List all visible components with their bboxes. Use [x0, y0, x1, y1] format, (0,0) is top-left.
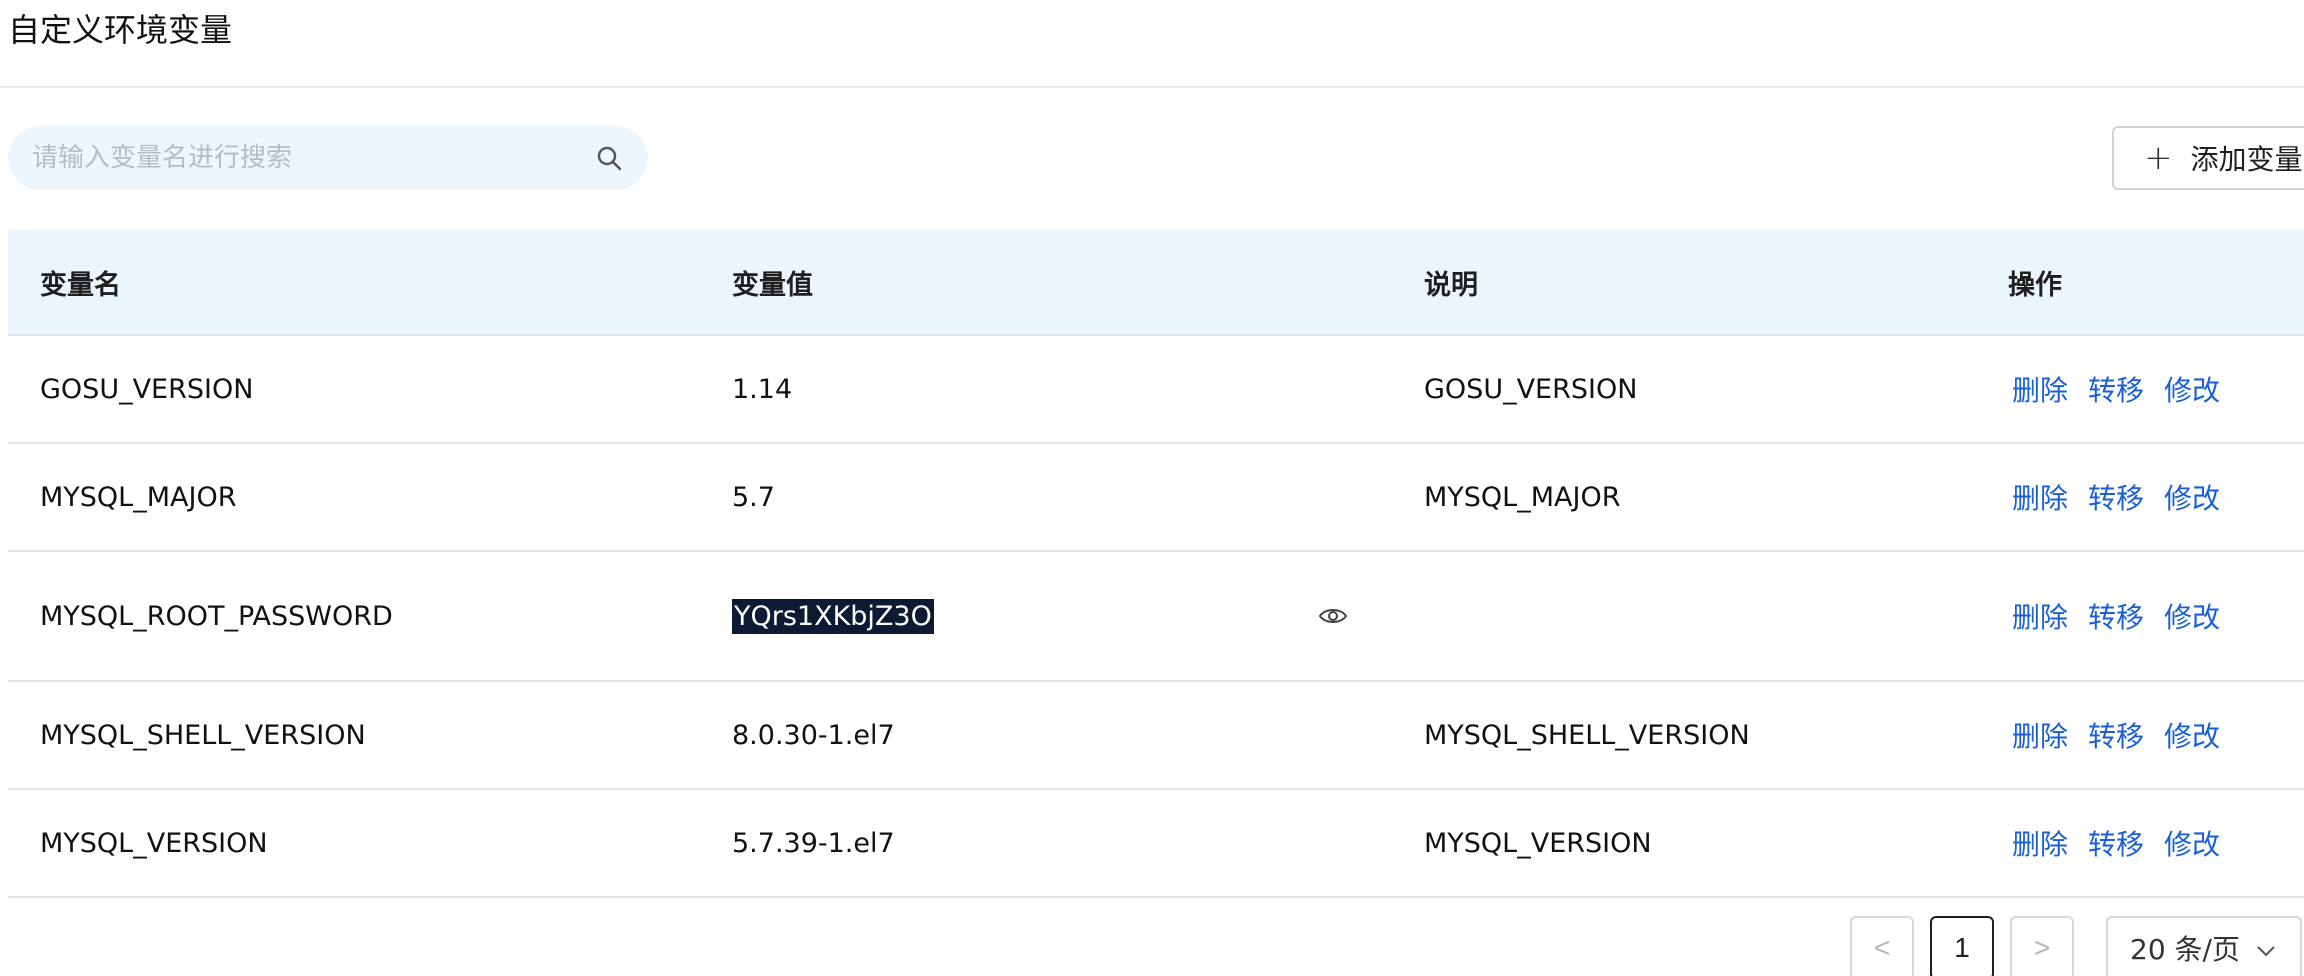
page-size-select[interactable]: 20 条/页 [2106, 916, 2302, 976]
edit-link[interactable]: 修改 [2164, 596, 2220, 636]
table-row: MYSQL_MAJOR 5.7 MYSQL_MAJOR 删除 转移 修改 [8, 444, 2304, 552]
cell-description: MYSQL_MAJOR [1424, 481, 1621, 513]
table-row: GOSU_VERSION 1.14 GOSU_VERSION 删除 转移 修改 [8, 336, 2304, 444]
delete-link[interactable]: 删除 [2012, 369, 2068, 409]
header-name: 变量名 [40, 269, 121, 301]
page-size-value: 20 条/页 [2130, 933, 2240, 966]
cell-name: MYSQL_VERSION [40, 827, 268, 859]
search-input[interactable] [32, 138, 594, 178]
table-row: MYSQL_ROOT_PASSWORD YQrs1XKbjZ3O 删除 转移 修… [8, 552, 2304, 682]
page-number-button[interactable]: 1 [1930, 916, 1994, 976]
row-actions: 删除 转移 修改 [2012, 369, 2220, 409]
delete-link[interactable]: 删除 [2012, 477, 2068, 517]
cell-value: 5.7 [732, 481, 775, 513]
add-variable-button[interactable]: + 添加变量 [2112, 126, 2304, 190]
table-row: MYSQL_SHELL_VERSION 8.0.30-1.el7 MYSQL_S… [8, 682, 2304, 790]
chevron-down-icon [2256, 932, 2276, 965]
env-variables-table: 变量名 变量值 说明 操作 GOSU_VERSION 1.14 GOSU_VER… [8, 230, 2304, 898]
search-icon[interactable] [594, 143, 624, 173]
delete-link[interactable]: 删除 [2012, 715, 2068, 755]
table-row: MYSQL_VERSION 5.7.39-1.el7 MYSQL_VERSION… [8, 790, 2304, 898]
plus-icon: + [2144, 138, 2173, 178]
delete-link[interactable]: 删除 [2012, 596, 2068, 636]
search-box[interactable] [8, 126, 648, 190]
edit-link[interactable]: 修改 [2164, 715, 2220, 755]
add-variable-label: 添加变量 [2190, 143, 2303, 176]
delete-link[interactable]: 删除 [2012, 823, 2068, 863]
transfer-link[interactable]: 转移 [2088, 823, 2144, 863]
cell-description: MYSQL_VERSION [1424, 827, 1652, 859]
divider [0, 86, 2304, 88]
next-page-button[interactable]: > [2010, 916, 2074, 976]
transfer-link[interactable]: 转移 [2088, 477, 2144, 517]
cell-description: GOSU_VERSION [1424, 373, 1638, 405]
cell-name: MYSQL_SHELL_VERSION [40, 719, 366, 751]
row-actions: 删除 转移 修改 [2012, 715, 2220, 755]
row-actions: 删除 转移 修改 [2012, 823, 2220, 863]
eye-icon[interactable] [1316, 599, 1350, 633]
prev-page-button[interactable]: < [1850, 916, 1914, 976]
cell-value: 8.0.30-1.el7 [732, 719, 895, 751]
row-actions: 删除 转移 修改 [2012, 477, 2220, 517]
env-variables-page: 自定义环境变量 + 添加变量 变量名 变量值 说明 操作 GOSU_VERSIO… [0, 0, 2304, 976]
cell-value: 5.7.39-1.el7 [732, 827, 895, 859]
section-title: 自定义环境变量 [8, 11, 233, 49]
transfer-link[interactable]: 转移 [2088, 596, 2144, 636]
edit-link[interactable]: 修改 [2164, 477, 2220, 517]
header-value: 变量值 [732, 269, 813, 301]
cell-value[interactable]: YQrs1XKbjZ3O [732, 598, 934, 634]
edit-link[interactable]: 修改 [2164, 823, 2220, 863]
cell-name: GOSU_VERSION [40, 373, 254, 405]
cell-name: MYSQL_MAJOR [40, 481, 237, 513]
cell-description: MYSQL_SHELL_VERSION [1424, 719, 1750, 751]
row-actions: 删除 转移 修改 [2012, 596, 2220, 636]
transfer-link[interactable]: 转移 [2088, 369, 2144, 409]
table-header: 变量名 变量值 说明 操作 [8, 230, 2304, 336]
cell-value: 1.14 [732, 373, 793, 405]
cell-name: MYSQL_ROOT_PASSWORD [40, 600, 393, 632]
transfer-link[interactable]: 转移 [2088, 715, 2144, 755]
header-description: 说明 [1424, 269, 1478, 301]
pagination: < 1 > [1850, 916, 2074, 976]
edit-link[interactable]: 修改 [2164, 369, 2220, 409]
header-actions: 操作 [2008, 269, 2062, 301]
